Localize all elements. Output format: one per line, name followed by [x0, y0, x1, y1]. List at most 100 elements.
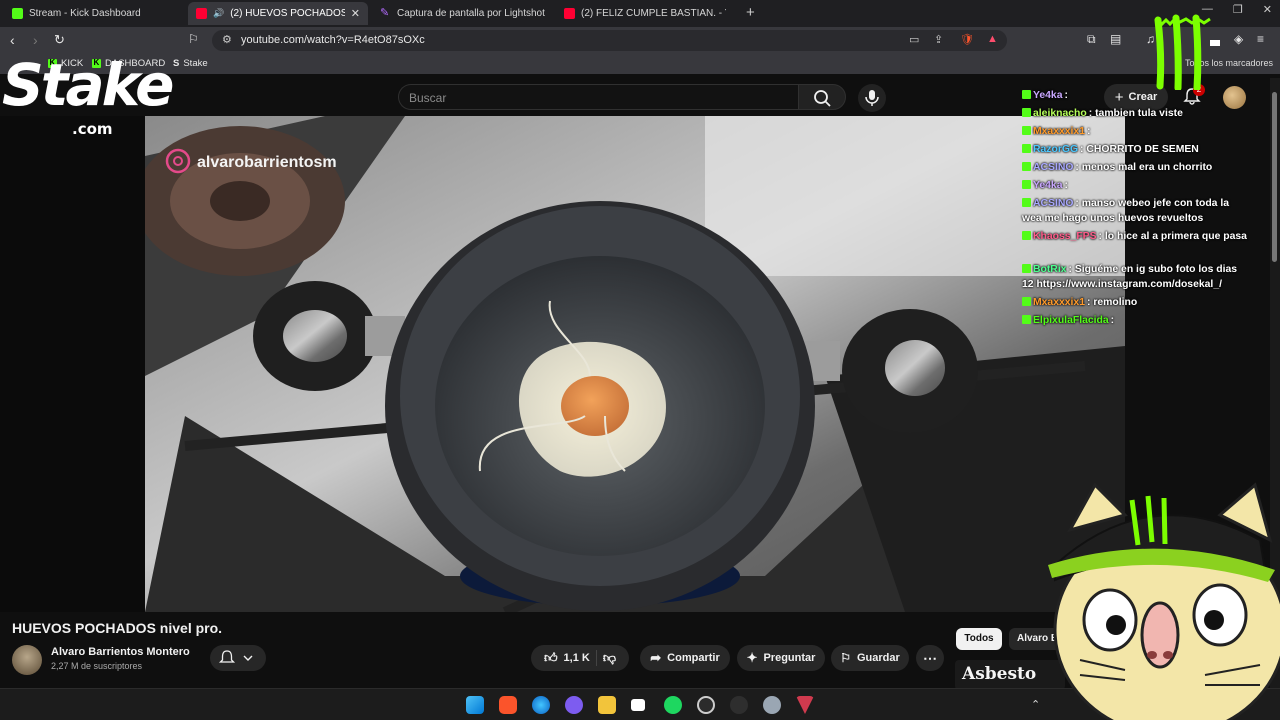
channel-avatar[interactable]: [12, 645, 42, 675]
subscriber-count: 2,27 M de suscriptores: [51, 661, 143, 671]
save-button[interactable]: ⚐ Guardar: [831, 645, 909, 671]
extensions-icon[interactable]: ⧉: [1087, 32, 1096, 47]
site-settings-icon[interactable]: ⚙: [222, 33, 232, 46]
sidebar-icon[interactable]: ▤: [1110, 32, 1121, 46]
thumbs-up-icon: 👍︎: [543, 650, 558, 665]
ask-label: Preguntar: [763, 652, 816, 664]
tab-label: (2) HUEVOS POCHADOS nivel pro.: [230, 8, 345, 19]
chat-username[interactable]: ACSINO: [1033, 198, 1073, 209]
search-placeholder: Buscar: [409, 91, 447, 105]
windows-start-icon[interactable]: [466, 696, 484, 714]
scrollbar-thumb[interactable]: [1272, 92, 1277, 262]
video-letterbox-left: [0, 116, 145, 612]
kick-badge-icon: [1022, 90, 1031, 99]
search-icon: [814, 90, 831, 107]
kick-badge-icon: [1022, 231, 1031, 240]
chat-username[interactable]: Ye4ka: [1033, 90, 1062, 101]
chat-message: ACSINO: menos mal era un chorrito: [1022, 160, 1250, 175]
chat-username[interactable]: RazorGG: [1033, 144, 1078, 155]
valorant-icon[interactable]: [796, 696, 814, 714]
back-icon[interactable]: ‹: [10, 32, 15, 48]
forward-icon[interactable]: ›: [33, 32, 38, 48]
new-tab-button[interactable]: +: [746, 4, 755, 21]
chat-text: menos mal era un chorrito: [1081, 162, 1213, 173]
navigation-bar: ‹ › ↻ ⚐ ⚙ youtube.com/watch?v=R4etO87sOX…: [0, 27, 1280, 54]
capcut-icon[interactable]: [631, 699, 645, 711]
tab-kick-dashboard[interactable]: Stream - Kick Dashboard: [4, 2, 184, 25]
recommended-thumbnail-text: Asbesto: [962, 664, 1037, 684]
share-icon[interactable]: ⇪: [934, 33, 943, 46]
cast-icon[interactable]: ▭: [909, 33, 919, 46]
brave-shields-icon[interactable]: 🛡: [960, 33, 974, 46]
divider: [595, 650, 597, 666]
stake-logo-domain: .com: [72, 120, 113, 138]
kick-badge-icon: [1022, 126, 1031, 135]
address-bar[interactable]: ⚙ youtube.com/watch?v=R4etO87sOXc ▭ ⇪ 🛡 …: [212, 30, 1007, 51]
chat-message: ElpixulaFlacida:: [1022, 313, 1250, 328]
tab-huevos-pochados[interactable]: 🔊 (2) HUEVOS POCHADOS nivel pro. ✕: [188, 2, 368, 25]
lightshot-icon: ✎: [380, 7, 390, 19]
chat-message: Ye4ka:: [1022, 178, 1250, 193]
channel-name[interactable]: Alvaro Barrientos Montero: [51, 646, 190, 658]
tray-chevron-icon[interactable]: ⌃: [1031, 698, 1040, 711]
bookmark-icon[interactable]: ⚐: [188, 32, 199, 46]
reload-icon[interactable]: ↻: [54, 32, 65, 48]
youtube-icon: [564, 8, 575, 19]
like-count: 1,1 K: [563, 652, 590, 664]
video-watermark: alvarobarrientosm: [197, 154, 337, 171]
tab-label: Stream - Kick Dashboard: [29, 8, 141, 19]
like-button[interactable]: 👍︎ 1,1 K: [544, 650, 590, 666]
tab-lightshot[interactable]: ✎ Captura de pantalla por Lightshot: [372, 2, 552, 25]
chat-username[interactable]: BotRix: [1033, 264, 1066, 275]
close-window-icon[interactable]: ✕: [1263, 3, 1272, 16]
more-actions-button[interactable]: ⋯: [916, 645, 944, 671]
file-explorer-icon[interactable]: [598, 696, 616, 714]
bookmarks-bar: KICK DASHBOARD S Stake Todos los marcado…: [0, 54, 1280, 74]
video-player[interactable]: alvarobarrientosm: [145, 116, 1125, 612]
edge-icon[interactable]: [532, 696, 550, 714]
chip-all[interactable]: Todos: [956, 628, 1002, 650]
kick-badge-icon: [1022, 297, 1031, 306]
app-icon[interactable]: [730, 696, 748, 714]
spotify-icon[interactable]: [664, 696, 682, 714]
brave-rewards-icon[interactable]: ▲: [987, 33, 998, 45]
tab-label: (2) FELIZ CUMPLE BASTIAN. - YouTube: [581, 8, 726, 19]
brave-browser-icon[interactable]: [499, 696, 517, 714]
search-input[interactable]: Buscar: [398, 84, 798, 110]
chat-username[interactable]: Mxaxxxix1: [1033, 126, 1085, 137]
maximize-icon[interactable]: ❐: [1233, 3, 1243, 16]
subscription-bell-button[interactable]: [210, 645, 266, 671]
bookmark-label: Stake: [183, 58, 208, 69]
chat-username[interactable]: Ye4ka: [1033, 180, 1062, 191]
obs-icon[interactable]: [697, 696, 715, 714]
bookmark-stake[interactable]: S Stake: [173, 58, 208, 69]
chat-username[interactable]: ElpixulaFlacida: [1033, 315, 1109, 326]
microphone-icon: [865, 90, 879, 106]
settings-icon[interactable]: [763, 696, 781, 714]
share-button[interactable]: ➦ Compartir: [640, 645, 730, 671]
browser-tab-strip: Stream - Kick Dashboard 🔊 (2) HUEVOS POC…: [0, 0, 1280, 27]
stake-logo: Stake: [2, 51, 174, 119]
chat-username[interactable]: Khaoss_FPS: [1033, 231, 1097, 242]
chat-username[interactable]: ACSINO: [1033, 162, 1073, 173]
ask-button[interactable]: ✦ Preguntar: [737, 645, 825, 671]
bell-chevron-icon: [218, 650, 253, 663]
search-button[interactable]: [798, 84, 846, 110]
close-tab-icon[interactable]: ✕: [351, 7, 360, 20]
tab-feliz-cumple[interactable]: (2) FELIZ CUMPLE BASTIAN. - YouTube: [556, 2, 736, 25]
chat-message: Mxaxxxix1: remolino: [1022, 295, 1250, 310]
discord-icon[interactable]: [565, 696, 583, 714]
kick-badge-icon: [1022, 180, 1031, 189]
chat-message: Mxaxxxix1:: [1022, 124, 1250, 139]
chat-username[interactable]: aleiknacho: [1033, 108, 1087, 119]
chat-message: Khaoss_FPS: lo hice al a primera que pas…: [1022, 229, 1250, 244]
kick-icon: [12, 8, 23, 19]
menu-icon[interactable]: ≡: [1257, 32, 1264, 46]
chat-message: Ye4ka:: [1022, 88, 1250, 103]
voice-search-button[interactable]: [858, 84, 886, 112]
chat-username[interactable]: Mxaxxxix1: [1033, 297, 1085, 308]
dislike-button[interactable]: 👎︎: [603, 650, 616, 666]
video-title: HUEVOS POCHADOS nivel pro.: [12, 620, 223, 636]
chat-text: tambien tula viste: [1095, 108, 1183, 119]
vpn-icon[interactable]: ◈: [1234, 32, 1243, 46]
